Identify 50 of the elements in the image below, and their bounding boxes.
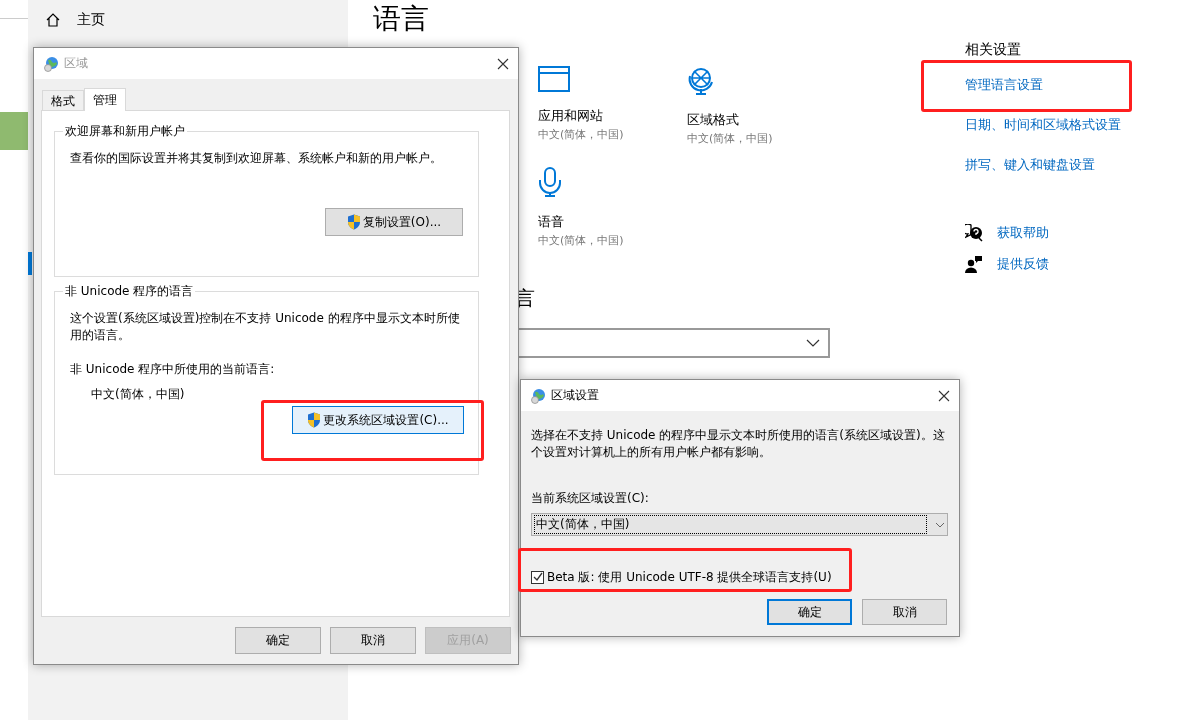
field-label: 非 Unicode 程序中所使用的当前语言: — [70, 361, 276, 378]
help-icon — [965, 224, 983, 242]
group-legend: 欢迎屏幕和新用户帐户 — [63, 123, 187, 139]
microphone-icon — [538, 166, 562, 198]
shield-icon — [307, 412, 322, 428]
globe-icon — [43, 55, 59, 72]
home-icon[interactable] — [46, 13, 60, 27]
section-heading: 相关设置 — [965, 40, 1021, 58]
help-link[interactable]: 获取帮助 — [997, 223, 1049, 243]
settings-link[interactable]: 拼写、键入和键盘设置 — [965, 157, 1095, 172]
checkbox[interactable] — [531, 570, 544, 584]
checkbox-label[interactable]: Beta 版: 使用 Unicode UTF-8 提供全球语言支持(U) — [547, 569, 832, 585]
feedback-icon — [965, 255, 983, 273]
field-value: 中文(简体，中国) — [91, 386, 186, 403]
tile-label[interactable]: 区域格式 — [687, 110, 739, 130]
dialog-button[interactable]: 取消 — [330, 627, 416, 654]
page-title: 语言 — [373, 2, 429, 36]
dialog-button[interactable]: 确定 — [767, 599, 852, 625]
chevron-icon — [806, 339, 820, 347]
close-icon[interactable] — [497, 57, 509, 70]
tile-label[interactable]: 语音 — [538, 212, 564, 232]
settings-link[interactable]: 日期、时间和区域格式设置 — [965, 117, 1121, 132]
globe-icon — [687, 66, 715, 96]
window-icon — [538, 66, 570, 92]
locale-select[interactable]: 中文(简体，中国) — [531, 513, 948, 536]
shield-icon — [346, 214, 361, 230]
tab[interactable]: 格式 — [42, 90, 84, 110]
tile-label[interactable]: 应用和网站 — [538, 106, 603, 126]
group-text: 查看你的国际设置并将其复制到欢迎屏幕、系统帐户和新的用户帐户。 — [70, 150, 443, 167]
admin-button[interactable]: 更改系统区域设置(C)... — [292, 406, 464, 434]
dialog-text: 选择在不支持 Unicode 的程序中显示文本时所使用的语言(系统区域设置)。这个设置对计算机上的所有用户帐户都有影响。 — [531, 427, 946, 461]
dialog-title: 区域 — [64, 55, 89, 72]
tab[interactable]: 管理 — [84, 88, 126, 111]
tile-value: 中文(简体，中国) — [538, 233, 624, 249]
chevron-icon — [935, 521, 945, 528]
dialog-title: 区域设置 — [551, 387, 600, 404]
group-text: 这个设置(系统区域设置)控制在不支持 Unicode 的程序中显示文本时所使用的语言。 — [70, 310, 461, 344]
tile-value: 中文(简体，中国) — [538, 127, 624, 143]
settings-link[interactable]: 管理语言设置 — [965, 77, 1043, 92]
home-link[interactable]: 主页 — [77, 11, 105, 29]
group-legend: 非 Unicode 程序的语言 — [63, 283, 196, 299]
field-label: 当前系统区域设置(C): — [531, 490, 649, 507]
close-icon[interactable] — [938, 389, 950, 402]
dialog-button[interactable]: 确定 — [235, 627, 321, 654]
selection-indicator — [28, 252, 32, 275]
globe-icon — [530, 387, 546, 404]
tile-value: 中文(简体，中国) — [687, 131, 773, 147]
dialog-button[interactable]: 取消 — [862, 599, 947, 625]
help-link[interactable]: 提供反馈 — [997, 254, 1049, 274]
admin-button[interactable]: 复制设置(O)... — [325, 208, 463, 236]
